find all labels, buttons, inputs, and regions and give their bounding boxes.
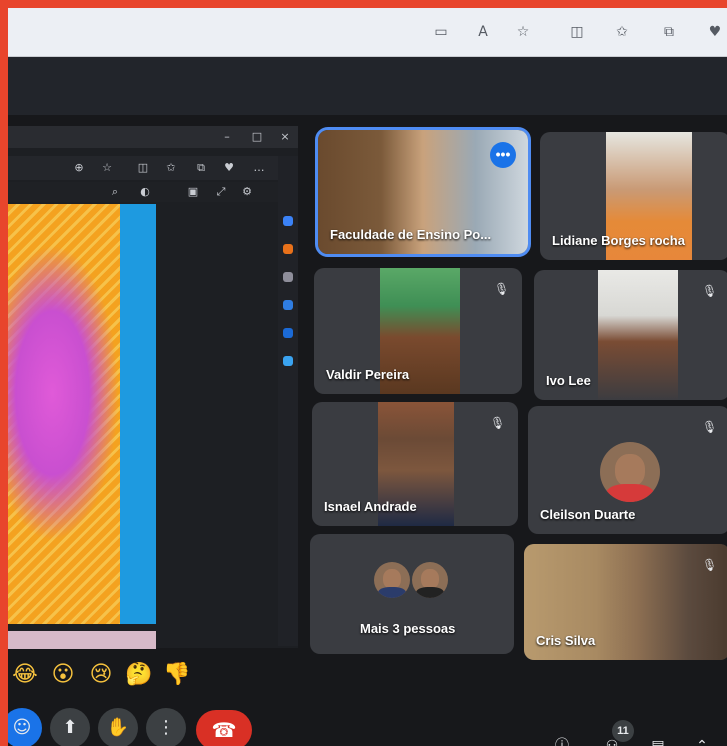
draw-icon[interactable]: ◐ [138,185,152,199]
sidebar-app-icon[interactable] [283,356,293,366]
settings-icon[interactable]: ⚙ [240,185,254,199]
end-call-button[interactable]: ☎ [196,710,252,746]
mic-off-icon: 🎙 [702,558,718,572]
participant-tile[interactable]: 🎙 Cris Silva [524,544,727,660]
participant-name: Mais 3 pessoas [360,621,456,636]
mic-off-icon: 🎙 [702,284,718,298]
participant-name: Lidiane Borges rocha [552,233,685,248]
info-icon[interactable]: ⓘ [552,738,572,746]
pdf-toolbar: ⌕ ◐ ▣ ⤢ ⚙ [8,182,278,202]
more-options-button[interactable]: ⋮ [146,708,186,746]
slide-image-band [120,204,156,624]
participant-name: Isnael Andrade [324,499,417,514]
close-icon[interactable]: × [278,130,292,144]
reactions-button[interactable]: ☺ [8,708,42,746]
avatar [374,562,410,598]
mic-off-icon: 🎙 [494,282,510,296]
reaction-thinking[interactable]: 🤔 [124,660,154,690]
favorites-icon[interactable]: ✩ [613,24,631,40]
mic-off-icon: 🎙 [490,416,506,430]
split-screen-icon[interactable]: ◫ [568,24,586,40]
chat-icon[interactable]: ▤ [648,738,668,746]
sidebar-app-icon[interactable] [283,328,293,338]
maximize-icon[interactable]: □ [250,130,264,144]
meeting-header [8,57,727,115]
sidebar-app-icon[interactable] [283,272,293,282]
split-screen-icon[interactable]: ◫ [136,161,150,175]
activities-icon[interactable]: ⌃ [692,738,712,746]
star-icon[interactable]: ☆ [100,161,114,175]
browser-sidebar [278,156,298,646]
shared-screen[interactable]: – □ × ⊕ ☆ ◫ ✩ ⧉ ♥ … ⌕ ◐ ▣ ⤢ ⚙ [8,126,298,649]
favorite-star-icon[interactable]: ☆ [514,24,532,40]
video-feed [598,270,678,400]
reaction-thumbs-down[interactable]: 👎 [162,660,192,690]
mic-off-icon: 🎙 [702,420,718,434]
reaction-surprised[interactable]: 😮 [48,660,78,690]
participant-tile[interactable]: 🎙 Ivo Lee [534,270,727,400]
participant-name: Faculdade de Ensino Po... [330,227,492,242]
avatar [412,562,448,598]
collections-icon[interactable]: ⧉ [660,24,678,40]
slide-footer [8,631,156,649]
participants-count-badge: 11 [612,720,634,742]
raise-hand-button[interactable]: ✋ [98,708,138,746]
participant-name: Cris Silva [536,633,596,648]
participant-tile[interactable]: 🎙 Valdir Pereira [314,268,522,394]
heart-icon[interactable]: ♥ [706,24,724,40]
browser-toolbar: ▭ A ☆ ◫ ✩ ⧉ ♥ [8,8,727,57]
save-icon[interactable]: ▣ [186,185,200,199]
sidebar-app-icon[interactable] [283,244,293,254]
minimize-icon[interactable]: – [220,130,234,144]
present-button[interactable]: ⬆ [50,708,90,746]
participant-tile[interactable]: 🎙 Cleilson Duarte [528,406,727,534]
participant-name: Ivo Lee [546,373,591,388]
sidebar-app-icon[interactable] [283,300,293,310]
shared-window-titlebar: – □ × [8,126,298,148]
participant-name: Valdir Pereira [326,367,410,382]
reaction-laugh[interactable]: 😂 [10,660,40,690]
fullscreen-icon[interactable]: ⤢ [214,185,228,199]
shared-window-toolbar: ⊕ ☆ ◫ ✩ ⧉ ♥ … [8,156,278,180]
participant-tile[interactable]: 🎙 Isnael Andrade [312,402,518,526]
read-aloud-icon[interactable]: A [474,24,492,40]
screen: ▭ A ☆ ◫ ✩ ⧉ ♥ – □ × ⊕ ☆ ◫ ✩ ⧉ ♥ … ⌕ ◐ ▣ … [8,8,727,746]
participant-name: Cleilson Duarte [540,507,636,522]
participant-tile[interactable]: ••• Faculdade de Ensino Po... [315,127,531,257]
sidebar-app-icon[interactable] [283,216,293,226]
camera-icon[interactable]: ▭ [432,24,450,40]
heart-icon[interactable]: ♥ [222,161,236,175]
more-icon[interactable]: … [252,161,266,175]
reaction-sad[interactable]: 😢 [86,660,116,690]
more-options-button[interactable]: ••• [490,142,516,168]
search-icon[interactable]: ⌕ [108,185,122,199]
participant-tile[interactable]: Lidiane Borges rocha [540,132,727,260]
zoom-icon[interactable]: ⊕ [72,161,86,175]
collections-icon[interactable]: ⧉ [194,161,208,175]
participant-tile[interactable]: Mais 3 pessoas [310,534,514,654]
avatar [600,442,660,502]
favorites-icon[interactable]: ✩ [164,161,178,175]
